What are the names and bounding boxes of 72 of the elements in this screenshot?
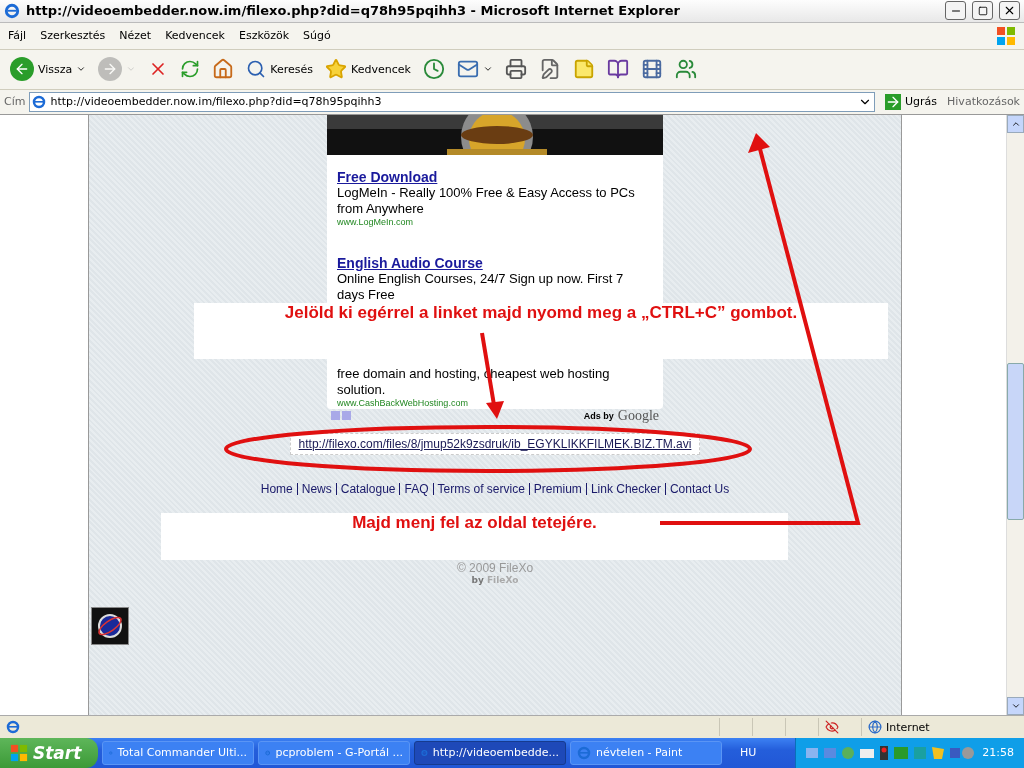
- restore-icon: [977, 5, 988, 16]
- address-label: Cím: [4, 95, 26, 109]
- toolbar-button[interactable]: Kedvencek: [321, 55, 415, 84]
- annotation-text: Jelöld ki egérrel a linket majd nyomd meg a „CTRL+C” gombot.: [284, 302, 798, 324]
- taskbar-button[interactable]: http://videoembedde...: [414, 741, 566, 765]
- annotation-text: Majd menj fel az oldal tetejére.: [352, 512, 597, 534]
- by-text: by FileXo: [471, 574, 519, 585]
- footer-link[interactable]: News: [296, 482, 336, 495]
- toolbar-button[interactable]: Vissza: [6, 54, 91, 85]
- scroll-thumb[interactable]: [1007, 362, 1024, 520]
- clock: 21:58: [982, 746, 1014, 760]
- ads-by-label: Ads by: [583, 410, 614, 421]
- menu-item[interactable]: Kedvencek: [165, 29, 225, 43]
- ie-icon: [6, 720, 20, 734]
- links-label[interactable]: Hivatkozások: [947, 95, 1020, 109]
- footer-link[interactable]: Contact Us: [664, 482, 734, 495]
- footer-link[interactable]: Home: [256, 482, 297, 495]
- maximize-button[interactable]: [972, 1, 993, 21]
- copyright-text: © 2009 FileXo: [456, 560, 534, 575]
- file-link[interactable]: http://filexo.com/files/8/jmup52k9zsdruk/ib_EGYKLIKKFILMEK.BIZ.TM.avi: [298, 436, 692, 451]
- printer-icon: [504, 58, 527, 81]
- zone-label: Internet: [886, 720, 930, 734]
- logo-badge[interactable]: [91, 606, 129, 645]
- scrollbar[interactable]: [1006, 114, 1024, 716]
- footer-link[interactable]: Premium: [528, 482, 586, 495]
- toolbar-button[interactable]: Keresés: [242, 56, 318, 83]
- menu-item[interactable]: Nézet: [119, 29, 152, 43]
- ad-text: LogMeIn - Really 100% Free & Easy Access to PCs from Anywhere: [337, 184, 636, 217]
- ie-icon: [32, 94, 47, 109]
- footer-link[interactable]: Terms of service: [432, 482, 529, 495]
- star-icon: [325, 58, 348, 81]
- menu-item[interactable]: Szerkesztés: [40, 29, 106, 43]
- ad-text: Online English Courses, 24/7 Sign up now. First 7 days Free: [337, 270, 625, 303]
- windows-logo-icon: [996, 25, 1016, 46]
- ads-brand: Google: [617, 407, 659, 424]
- ie-icon: [577, 746, 591, 760]
- scroll-up-button[interactable]: [1007, 114, 1024, 133]
- minimize-button[interactable]: [945, 1, 966, 21]
- taskbar-button[interactable]: névtelen - Paint: [570, 741, 722, 765]
- taskbar-button[interactable]: pcproblem - G-Portál ...: [258, 741, 410, 765]
- home-icon: [212, 58, 235, 81]
- footer-link[interactable]: Link Checker: [585, 482, 665, 495]
- film-icon: [640, 58, 663, 81]
- windows-logo-icon: [10, 744, 28, 762]
- address-field[interactable]: http://videoembedder.now.im/filexo.php?did=q78h95pqihh3: [29, 91, 875, 112]
- globe-icon: [868, 720, 882, 734]
- go-button[interactable]: Ugrás: [879, 93, 944, 110]
- ie-icon: [4, 2, 20, 19]
- ad-title-link[interactable]: Free Download: [337, 168, 653, 185]
- book-icon: [606, 58, 629, 81]
- ad-title-link[interactable]: English Audio Course: [337, 254, 653, 271]
- forward-icon: [98, 57, 123, 82]
- search-icon: [246, 59, 267, 80]
- close-button[interactable]: [999, 1, 1020, 21]
- note-icon: [572, 58, 595, 81]
- footer-link[interactable]: Catalogue: [335, 482, 400, 495]
- orbit-logo-icon: [96, 611, 124, 640]
- language-indicator[interactable]: HU: [732, 746, 765, 760]
- ad-url: www.LogMeIn.com: [337, 216, 415, 227]
- go-icon: [885, 93, 901, 110]
- back-icon: [10, 57, 34, 82]
- window-title: http://videoembedder.now.im/filexo.php?did=q78h95pqihh3 - Microsoft Internet Explorer: [26, 3, 681, 19]
- privacy-icon: [825, 720, 839, 734]
- history-icon: [422, 58, 445, 81]
- taskbar-button[interactable]: Total Commander Ulti...: [102, 741, 254, 765]
- menu-item[interactable]: Eszközök: [239, 29, 290, 43]
- messenger-icon: [674, 58, 697, 81]
- refresh-icon: [180, 59, 201, 80]
- menu-item[interactable]: Súgó: [303, 29, 331, 43]
- menu-item[interactable]: Fájl: [8, 29, 27, 43]
- footer-link[interactable]: FAQ: [399, 482, 433, 495]
- ad-url: www.CashBackWebHosting.com: [337, 397, 469, 408]
